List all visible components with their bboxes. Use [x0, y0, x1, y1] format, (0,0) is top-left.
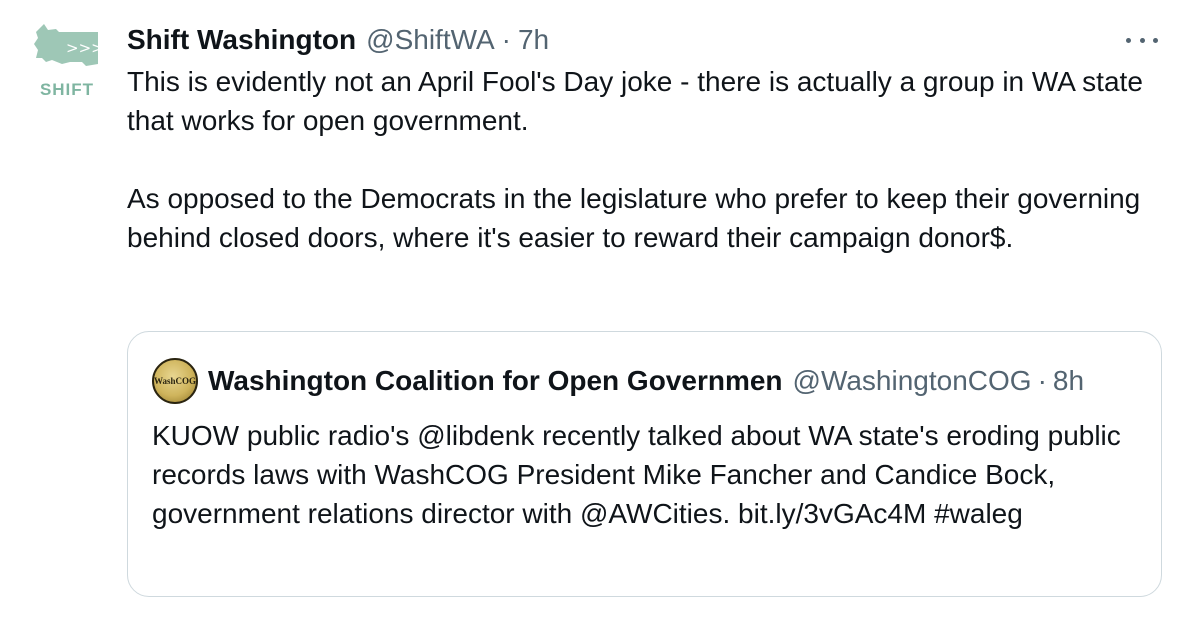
tweet-content: Shift Washington @ShiftWA · 7h This is e… [127, 18, 1164, 257]
tweet-header: Shift Washington @ShiftWA · 7h [127, 18, 1164, 62]
user-handle[interactable]: @ShiftWA [366, 18, 495, 62]
timestamp[interactable]: 7h [518, 18, 549, 62]
tweet-paragraph: This is evidently not an April Fool's Da… [127, 66, 1143, 136]
quoted-user-handle[interactable]: @WashingtonCOG [793, 365, 1032, 397]
avatar-label: SHIFT [39, 80, 95, 99]
tweet-paragraph: As opposed to the Democrats in the legis… [127, 183, 1141, 253]
quoted-tweet-text: KUOW public radio's @libdenk recently ta… [152, 420, 1121, 529]
separator-dot: · [1037, 365, 1047, 396]
quoted-tweet-header: WashCOG Washington Coalition for Open Go… [152, 358, 1139, 404]
separator-dot: · [501, 24, 511, 55]
quoted-display-name[interactable]: Washington Coalition for Open Governmen [208, 365, 783, 397]
more-horizontal-icon[interactable] [1126, 30, 1158, 50]
washington-state-logo-icon: >>> [34, 24, 104, 66]
quoted-avatar-label: WashCOG [154, 376, 197, 386]
quoted-timestamp[interactable]: 8h [1053, 365, 1084, 397]
avatar[interactable]: >>> SHIFT [26, 20, 108, 106]
quoted-avatar[interactable]: WashCOG [152, 358, 198, 404]
quoted-tweet[interactable]: WashCOG Washington Coalition for Open Go… [127, 331, 1162, 597]
tweet-text: This is evidently not an April Fool's Da… [127, 62, 1164, 257]
display-name[interactable]: Shift Washington [127, 18, 356, 62]
svg-text:>>>: >>> [66, 39, 104, 57]
tweet[interactable]: >>> SHIFT Shift Washington @ShiftWA · 7h… [0, 0, 1194, 622]
